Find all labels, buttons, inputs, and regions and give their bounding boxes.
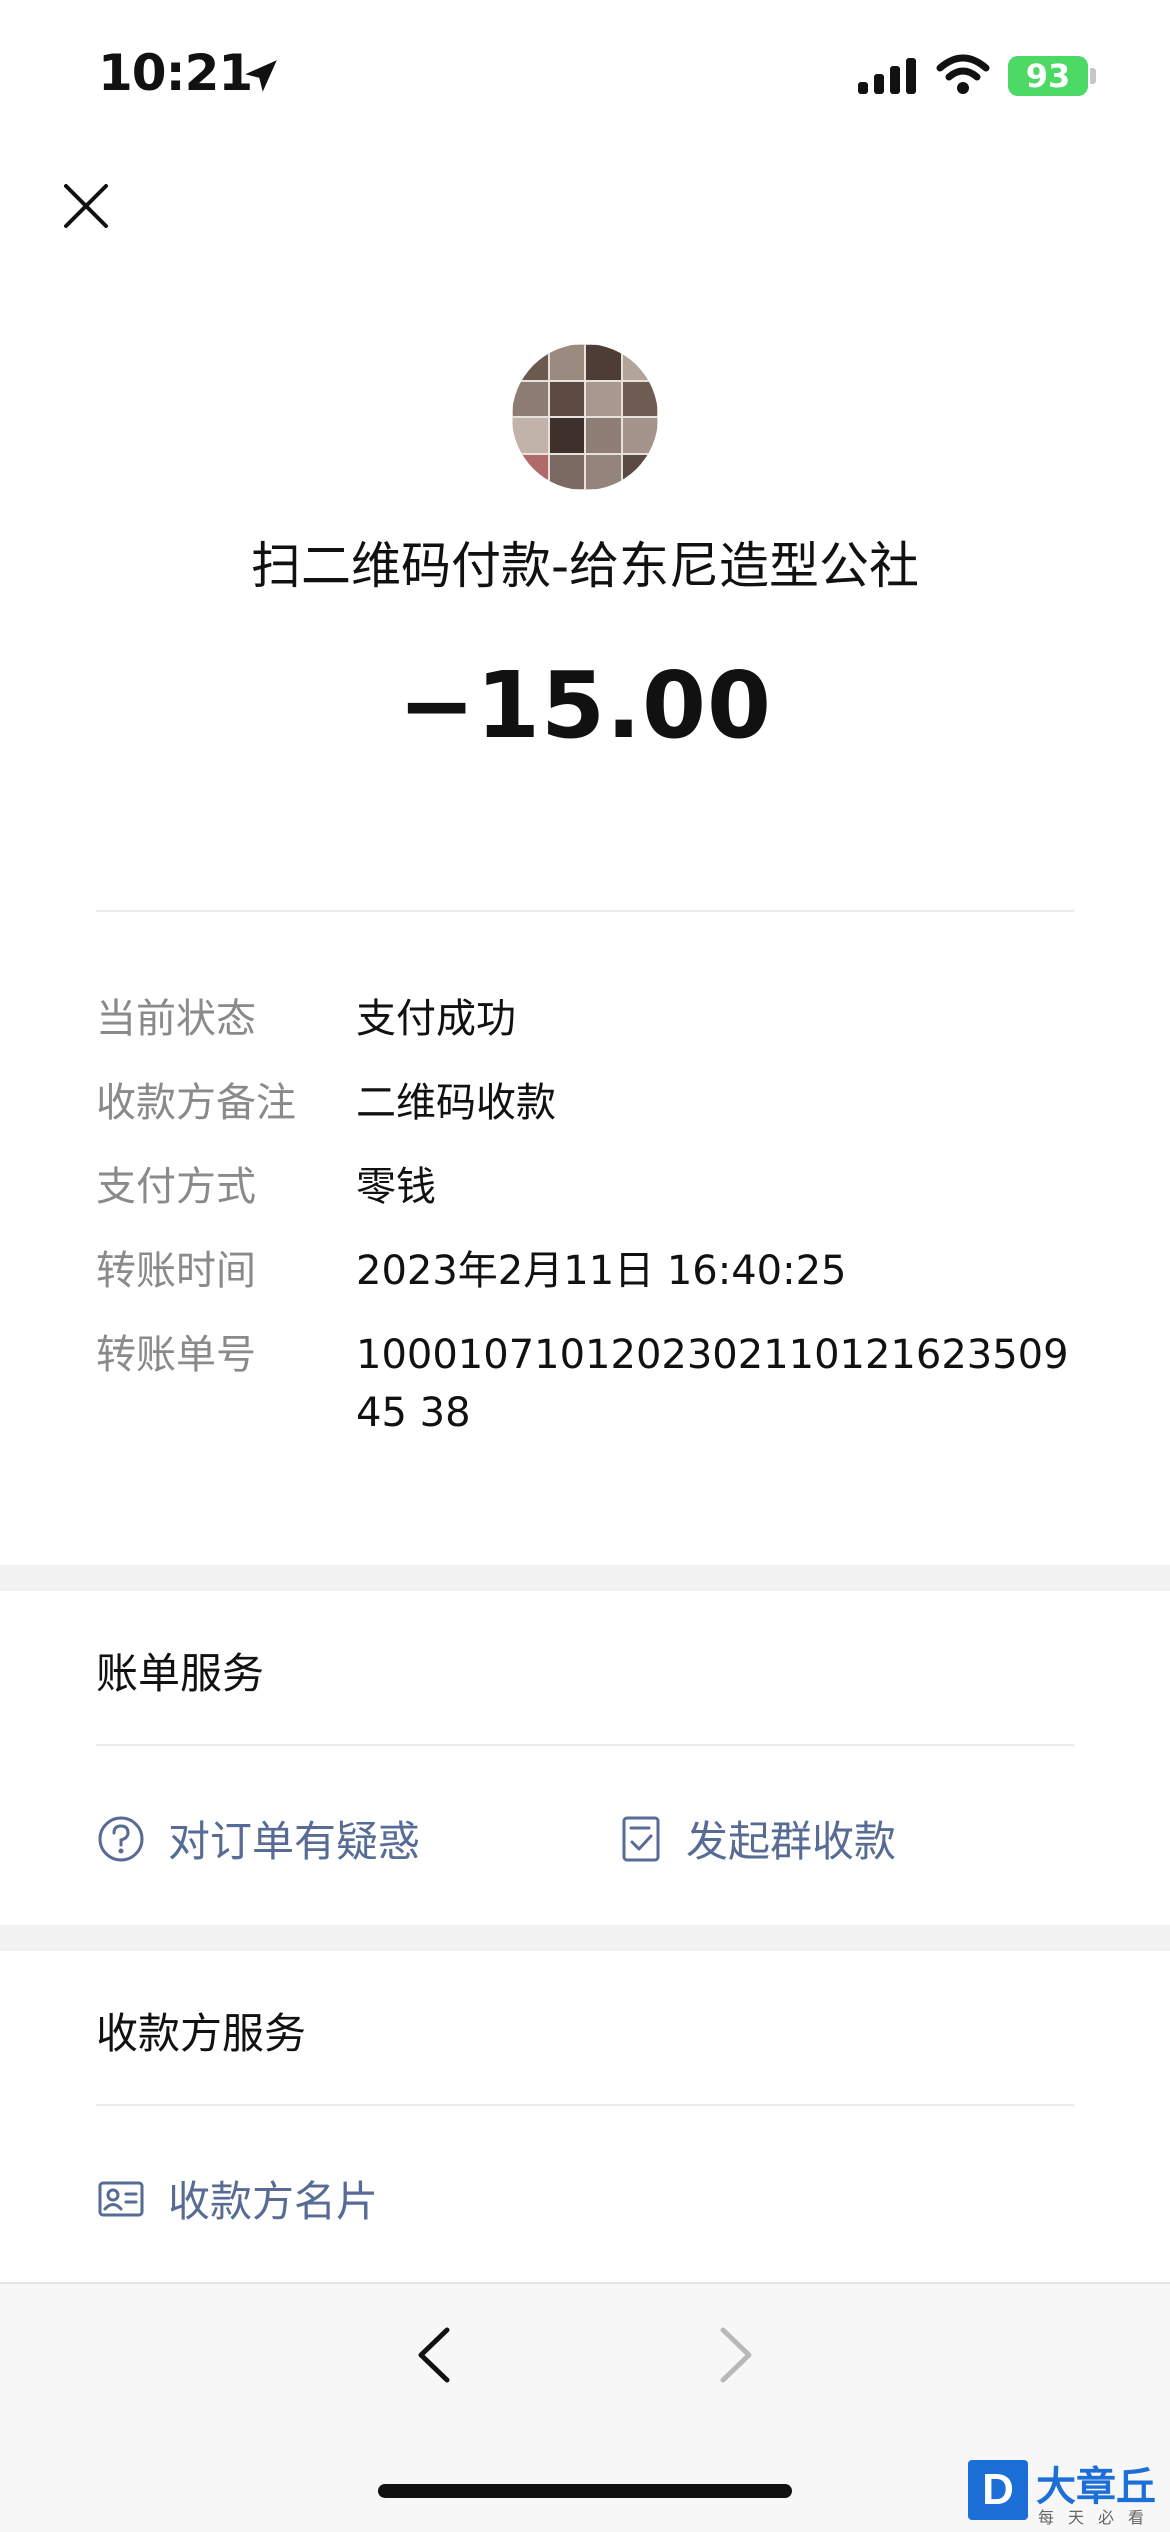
watermark-subtext: 每天必看: [1038, 2508, 1159, 2527]
avatar-photo-collage: [512, 344, 658, 490]
order-question-link[interactable]: 对订单有疑惑: [96, 1808, 420, 1869]
cellular-signal-icon: [858, 58, 916, 94]
status-time: 10:21: [98, 44, 253, 102]
status-bar: 10:21 93: [0, 0, 1170, 150]
group-collection-link[interactable]: 发起群收款: [620, 1808, 896, 1869]
battery-indicator: 93: [1008, 56, 1088, 96]
merchant-avatar: [512, 344, 658, 490]
bill-service-title: 账单服务: [96, 1649, 265, 1698]
payee-card-label: 收款方名片: [168, 2177, 379, 2226]
divider: [96, 910, 1074, 912]
battery-level: 93: [1025, 57, 1071, 95]
section-separator: [0, 1925, 1170, 1951]
detail-value: 二维码收款: [356, 1080, 556, 1126]
payment-title: 扫二维码付款-给东尼造型公社: [250, 537, 920, 595]
detail-value: 零钱: [356, 1164, 436, 1210]
divider: [96, 1744, 1074, 1746]
contact-card-icon: [98, 2181, 144, 2216]
payee-card-link[interactable]: 收款方名片: [96, 2168, 378, 2229]
close-button[interactable]: [56, 176, 116, 236]
location-arrow-icon: [245, 60, 277, 92]
wifi-icon: [936, 54, 990, 94]
payee-service-title: 收款方服务: [96, 2009, 307, 2058]
group-collection-label: 发起群收款: [686, 1817, 897, 1866]
detail-label: 转账单号: [96, 1332, 256, 1378]
battery-cap: [1090, 68, 1096, 84]
watermark-letter: D: [968, 2460, 1028, 2520]
detail-label: 当前状态: [96, 996, 256, 1042]
home-indicator[interactable]: [378, 2484, 792, 2498]
detail-label: 转账时间: [96, 1248, 256, 1294]
divider: [96, 2104, 1074, 2106]
back-chevron-icon[interactable]: [405, 2320, 465, 2390]
close-icon: [64, 184, 108, 228]
order-question-label: 对订单有疑惑: [168, 1817, 421, 1866]
payment-amount: −15.00: [397, 652, 773, 759]
detail-value: 2023年2月11日 16:40:25: [356, 1248, 847, 1294]
detail-value: 支付成功: [356, 996, 516, 1042]
detail-label: 支付方式: [96, 1164, 256, 1210]
question-circle-icon: [98, 1816, 144, 1861]
section-separator: [0, 1565, 1170, 1591]
detail-value[interactable]: 100010710120230211012162350945 38: [356, 1326, 1078, 1442]
receipt-check-icon: [622, 1816, 660, 1861]
watermark-logo: D 大章丘 每天必看: [966, 2454, 1166, 2527]
forward-chevron-icon[interactable]: [705, 2320, 765, 2390]
detail-label: 收款方备注: [96, 1080, 296, 1126]
